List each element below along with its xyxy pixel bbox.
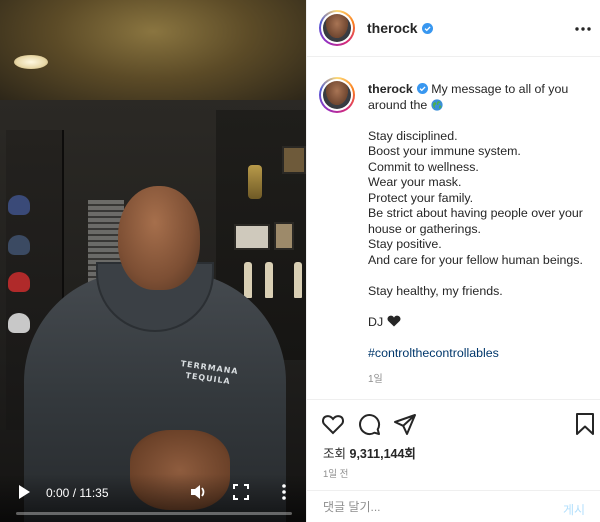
avatar-image bbox=[323, 81, 351, 109]
video-progress-bar[interactable] bbox=[16, 512, 292, 515]
helmet-decor bbox=[8, 313, 30, 333]
caption-line: Boost your immune system. bbox=[368, 144, 521, 158]
fullscreen-icon[interactable] bbox=[233, 484, 249, 500]
more-options-icon[interactable] bbox=[575, 22, 591, 36]
avatar[interactable] bbox=[319, 10, 355, 46]
like-heart-icon[interactable] bbox=[321, 412, 345, 436]
verified-badge-icon bbox=[421, 23, 433, 34]
video-controls: 0:00 / 11:35 bbox=[0, 474, 306, 522]
caption-closing: Stay healthy, my friends. bbox=[368, 283, 503, 298]
header-username-text[interactable]: therock bbox=[367, 20, 418, 36]
post-header: therock bbox=[307, 0, 600, 57]
play-icon[interactable] bbox=[16, 484, 32, 500]
view-count-value: 9,311,144회 bbox=[349, 447, 416, 461]
helmet-decor bbox=[8, 195, 30, 215]
volume-icon[interactable] bbox=[190, 483, 208, 501]
post-comment-button[interactable]: 게시 bbox=[563, 501, 585, 518]
post-actions: 조회 9,311,144회 1일 전 bbox=[307, 399, 600, 496]
caption-intro: My message to all of you bbox=[431, 82, 569, 96]
caption-line: Commit to wellness. bbox=[368, 159, 479, 174]
post-panel: therock therock My message to all of you… bbox=[306, 0, 600, 522]
picture-frame bbox=[282, 146, 306, 174]
video-player[interactable]: TERRMANA TEQUILA 0:00 / 11:35 bbox=[0, 0, 306, 522]
caption-avatar[interactable] bbox=[319, 77, 355, 113]
trophy bbox=[248, 165, 262, 199]
share-send-icon[interactable] bbox=[393, 412, 417, 436]
globe-emoji-icon bbox=[431, 98, 443, 111]
comment-icon[interactable] bbox=[357, 412, 381, 436]
verified-badge-icon bbox=[416, 83, 428, 94]
picture-frame bbox=[274, 222, 294, 250]
caption-body: therock My message to all of you around … bbox=[368, 82, 593, 361]
bottle bbox=[244, 262, 252, 298]
helmet-decor bbox=[8, 235, 30, 255]
post-caption: therock My message to all of you around … bbox=[307, 58, 600, 398]
bookmark-icon[interactable] bbox=[573, 412, 597, 436]
caption-line: And care for your fellow human beings. bbox=[368, 252, 583, 267]
caption-line: Stay positive. bbox=[368, 237, 442, 251]
comment-input[interactable] bbox=[323, 497, 533, 517]
posted-time[interactable]: 1일 전 bbox=[323, 466, 348, 480]
picture-frame bbox=[234, 224, 270, 250]
comment-bar: 게시 bbox=[307, 490, 600, 522]
video-more-icon[interactable] bbox=[280, 483, 288, 501]
caption-line: Protect your family. bbox=[368, 190, 474, 205]
black-heart-emoji-icon bbox=[387, 315, 401, 326]
caption-intro-cont: around the bbox=[368, 97, 428, 112]
video-ceiling bbox=[0, 0, 306, 105]
video-time: 0:00 / 11:35 bbox=[46, 486, 109, 500]
caption-line: Wear your mask. bbox=[368, 175, 462, 189]
person-head bbox=[118, 186, 200, 290]
caption-line: Stay disciplined. bbox=[368, 128, 458, 143]
view-count[interactable]: 조회 9,311,144회 bbox=[323, 443, 416, 462]
caption-signature: DJ bbox=[368, 314, 384, 329]
avatar-image bbox=[323, 14, 351, 42]
header-username[interactable]: therock bbox=[367, 20, 433, 36]
caption-line: Be strict about having people over your … bbox=[368, 206, 583, 236]
view-count-label: 조회 bbox=[323, 447, 347, 461]
bottle bbox=[294, 262, 302, 298]
caption-username[interactable]: therock bbox=[368, 82, 413, 96]
caption-time-ago[interactable]: 1일 bbox=[368, 370, 383, 385]
hashtag-link[interactable]: #controlthecontrollables bbox=[368, 346, 593, 362]
ceiling-light bbox=[14, 55, 48, 69]
helmet-decor bbox=[8, 272, 30, 292]
bottle bbox=[265, 262, 273, 298]
